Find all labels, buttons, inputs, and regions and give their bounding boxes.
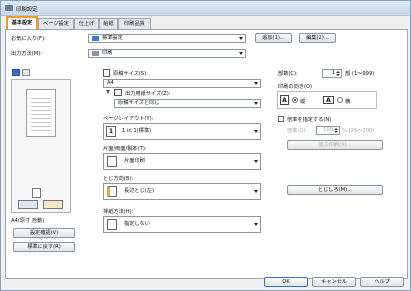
page-layout-select[interactable]: 1 1 in 1(標準) (103, 123, 261, 140)
layout-1-icon: 1 (106, 126, 116, 137)
page-layout-label: ページレイアウト(Y): (103, 116, 154, 122)
chevron-down-icon (239, 37, 243, 40)
output-size-icon (114, 89, 122, 96)
portrait-label: 縦 (300, 99, 306, 105)
page-preview (11, 79, 71, 213)
cancel-button[interactable]: キャンセル (312, 277, 356, 287)
scale-label: 倍率(O): (287, 128, 308, 134)
portrait-icon: A (280, 95, 289, 105)
orientation-label: 印刷の向き(O) (278, 84, 313, 90)
tab-panel: お気に入り(F): 標準設定 追加(1)... 編集(2)... 出力方法(M)… (5, 29, 408, 279)
output-method-select[interactable]: 印刷 (88, 49, 246, 58)
printer-icon (92, 51, 99, 56)
paper-size-select[interactable]: A4 (103, 79, 261, 88)
print-settings-window: 印刷設定 基本設定 ページ設定 仕上げ 給紙 印刷品質 お気に入り(F): 標準… (0, 0, 411, 291)
duplex-label: 片面/両面/製本(T): (103, 146, 147, 152)
favorites-edit-button[interactable]: 編集(2)... (299, 33, 336, 43)
window-title: 印刷設定 (16, 7, 38, 13)
ok-button[interactable]: OK (264, 277, 308, 287)
staple-select[interactable]: 指定しない (103, 216, 261, 233)
preview-duplex-icon (18, 200, 38, 209)
landscape-icon: A (323, 96, 334, 104)
duplex-select[interactable]: 片面印刷 (103, 153, 261, 170)
preview-paper (26, 89, 56, 137)
scale-stepper[interactable]: 100 (316, 126, 340, 135)
favorites-add-button[interactable]: 追加(1)... (255, 33, 292, 43)
favorites-select[interactable]: 標準設定 (88, 34, 246, 43)
copies-label: 部数(C): (278, 71, 298, 77)
watermark-button[interactable]: 加工印刷(X)... (287, 140, 383, 150)
arrow-down-icon (106, 90, 110, 94)
binding-margin-button[interactable]: とじしろ(M)... (287, 185, 383, 195)
scale-checkbox[interactable] (278, 116, 284, 122)
favorites-label: お気に入り(F): (11, 36, 46, 42)
preview-staple-icon (43, 200, 63, 209)
view-settings-button[interactable]: 設定確認(V) (13, 228, 75, 238)
preview-caption: A4(原寸 自動) (11, 218, 45, 224)
chevron-down-icon (254, 82, 258, 85)
chevron-down-icon (254, 223, 258, 226)
landscape-label: 横 (345, 99, 351, 105)
chevron-down-icon (254, 102, 258, 105)
chevron-down-icon (239, 52, 243, 55)
favorite-icon (92, 36, 99, 41)
paper-size-label: 原稿サイズ(S): (113, 71, 148, 77)
tab-basic[interactable]: 基本設定 (6, 16, 38, 30)
restore-defaults-button[interactable]: 標準に戻す(R) (13, 242, 75, 252)
help-button[interactable]: ヘルプ (360, 277, 404, 287)
portrait-radio[interactable] (292, 97, 298, 103)
preview-view-icon[interactable] (12, 69, 20, 76)
tab-quality[interactable]: 印刷品質 (118, 18, 151, 29)
printer-icon (5, 5, 13, 11)
long-edge-left-icon (107, 186, 117, 197)
chevron-down-icon (254, 130, 258, 133)
output-size-label: 出力用紙サイズ(Z): (125, 91, 171, 97)
tab-paper-source[interactable]: 給紙 (99, 18, 118, 29)
copies-range: 部 (1〜999) (345, 71, 375, 77)
staple-label: 排紙方法(H): (103, 209, 134, 215)
scale-range: % (25〜200) (342, 128, 375, 134)
chevron-down-icon (254, 160, 258, 163)
output-method-label: 出力方法(M): (11, 51, 43, 57)
copies-stepper[interactable]: 1 (322, 69, 342, 78)
paper-size-icon (103, 69, 110, 77)
output-size-select[interactable]: 原稿サイズと同じ (114, 99, 261, 108)
tab-page[interactable]: ページ設定 (38, 18, 74, 29)
chevron-down-icon (254, 190, 258, 193)
preview-text-lines (31, 95, 51, 131)
landscape-radio[interactable] (337, 97, 343, 103)
scale-checkbox-label: 倍率を指定する(N) (287, 117, 332, 123)
title-bar: 印刷設定 (1, 1, 410, 16)
single-sided-icon (107, 156, 117, 167)
tab-finishing[interactable]: 仕上げ (74, 18, 99, 29)
preview-stack-icon (32, 188, 41, 198)
binding-label: とじ方向(B): (103, 176, 134, 182)
no-staple-icon (107, 219, 117, 230)
binding-select[interactable]: 長辺とじ(左) (103, 183, 261, 200)
preview-printer-icon[interactable] (22, 69, 30, 76)
orientation-group: A 縦 A 横 (277, 91, 377, 109)
